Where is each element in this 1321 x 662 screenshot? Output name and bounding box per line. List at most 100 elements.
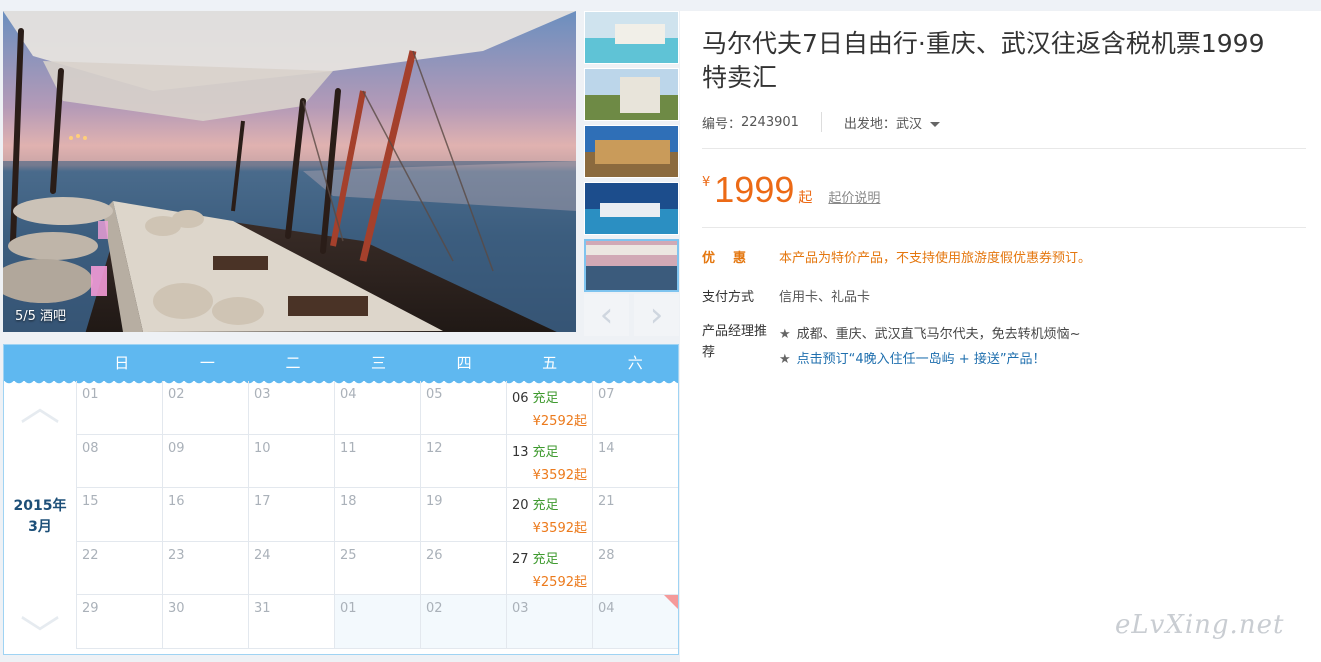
calendar-day: 10 <box>248 434 334 489</box>
thumbnail-3[interactable] <box>584 125 679 178</box>
thumbnail-4[interactable] <box>584 182 679 235</box>
calendar-day: 21 <box>592 488 678 542</box>
calendar-day: 31 <box>248 595 334 649</box>
recommend-item-1: ★ 成都、重庆、武汉直飞马尔代夫，免去转机烦恼~ <box>779 323 1081 342</box>
departure-label: 出发地： <box>843 116 896 132</box>
product-info-panel: 马尔代夫7日自由行·重庆、武汉往返含税机票1999特卖汇 编号： 2243901… <box>680 11 1321 662</box>
next-month-chevron-down-icon[interactable]: ﹀ <box>20 616 60 656</box>
price-currency: ¥ <box>702 175 711 190</box>
day-number: 02 <box>426 601 443 617</box>
weekday-wed: 三 <box>371 354 387 372</box>
thumbnail-2[interactable] <box>584 68 679 121</box>
day-number: 04 <box>598 601 615 617</box>
calendar-day: 04 <box>592 595 678 649</box>
calendar-day: 29 <box>76 595 162 649</box>
weekday-mon: 一 <box>199 354 215 372</box>
day-number: 20 <box>512 498 529 514</box>
thumbnail-1[interactable] <box>584 11 679 64</box>
product-code-label: 编号： <box>702 116 742 132</box>
price-calendar: 日 一 二 三 四 五 六 ︿ 2015年 3月 ﹀ 01 02 03 04 05 06 充… <box>3 344 679 656</box>
divider <box>702 227 1306 228</box>
day-number: 12 <box>426 440 443 456</box>
star-icon: ★ <box>779 327 791 342</box>
day-number: 13 <box>512 444 529 460</box>
day-number: 10 <box>254 440 271 456</box>
thumbnail-strip: ‹ › <box>584 11 679 336</box>
calendar-weekday-header: 日 一 二 三 四 五 六 <box>4 345 678 386</box>
thumbnail-next-button[interactable]: › <box>634 294 679 336</box>
price-note-link[interactable]: 起价说明 <box>828 187 880 206</box>
discount-row: 优惠 本产品为特价产品，不支持使用旅游度假优惠券预订。 <box>702 247 1091 266</box>
day-number: 08 <box>82 440 99 456</box>
calendar-day: 08 <box>76 434 162 489</box>
day-price: ¥3592起 <box>532 521 587 537</box>
day-price: ¥2592起 <box>532 574 587 590</box>
payment-text: 信用卡、礼品卡 <box>779 290 871 305</box>
product-code: 2243901 <box>741 114 799 130</box>
day-number: 18 <box>340 494 357 510</box>
main-photo[interactable]: 5/5 酒吧 <box>3 11 576 332</box>
calendar-day: 07 <box>592 381 678 435</box>
calendar-day: 23 <box>162 541 248 596</box>
payment-row: 支付方式 信用卡、礼品卡 <box>702 286 870 305</box>
day-number: 29 <box>82 601 99 617</box>
calendar-year: 2015年 <box>13 498 67 514</box>
calendar-day: 02 <box>162 381 248 435</box>
day-number: 09 <box>168 440 185 456</box>
day-number: 02 <box>168 387 185 402</box>
calendar-day[interactable]: 06 充足 ¥2592起 <box>506 381 592 435</box>
stock-status: 充足 <box>532 551 559 567</box>
meta-divider <box>820 112 822 132</box>
discount-label: 优惠 <box>702 251 765 266</box>
corner-tag-icon <box>664 595 678 610</box>
calendar-day: 19 <box>420 488 506 542</box>
bar-scene-illustration <box>3 11 576 332</box>
calendar-day: 01 <box>334 595 420 649</box>
photo-caption: 5/5 酒吧 <box>15 309 67 324</box>
calendar-day: 09 <box>162 434 248 489</box>
caret-down-icon <box>929 121 940 127</box>
calendar-day: 30 <box>162 595 248 649</box>
day-number: 14 <box>598 440 615 456</box>
calendar-day: 15 <box>76 488 162 542</box>
weekday-thu: 四 <box>456 354 472 372</box>
day-number: 22 <box>82 547 99 563</box>
divider <box>702 148 1306 149</box>
calendar-day: 14 <box>592 434 678 489</box>
day-number: 15 <box>82 494 99 510</box>
watermark: eLvXing.net <box>1115 610 1285 640</box>
day-number: 03 <box>512 601 529 617</box>
day-number: 25 <box>340 547 357 563</box>
weekday-sun: 日 <box>114 354 130 372</box>
prev-month-chevron-up-icon[interactable]: ︿ <box>20 387 60 427</box>
day-number: 21 <box>598 494 615 510</box>
calendar-day: 26 <box>420 541 506 596</box>
day-price: ¥2592起 <box>532 414 587 429</box>
departure-select[interactable]: 武汉 <box>896 113 940 132</box>
stock-status: 充足 <box>532 498 559 514</box>
product-title: 马尔代夫7日自由行·重庆、武汉往返含税机票1999特卖汇 <box>702 29 1265 92</box>
thumbnail-5-active[interactable] <box>584 239 679 292</box>
product-meta: 编号： 2243901 出发地： 武汉 <box>702 112 940 132</box>
calendar-day: 02 <box>420 595 506 649</box>
price-suffix: 起 <box>798 190 813 206</box>
calendar-day[interactable]: 13 充足 ¥3592起 <box>506 434 592 489</box>
price-value: 1999 <box>714 169 795 210</box>
recommend-link-2[interactable]: 点击预订“4晚入住任一岛屿 + 接送”产品！ <box>797 352 1046 367</box>
calendar-day[interactable]: 20 充足 ¥3592起 <box>506 488 592 542</box>
day-number: 11 <box>340 440 357 456</box>
payment-label: 支付方式 <box>702 290 755 305</box>
thumbnail-prev-button[interactable]: ‹ <box>584 294 629 336</box>
calendar-day: 24 <box>248 541 334 596</box>
calendar-day: 12 <box>420 434 506 489</box>
calendar-month: 3月 <box>28 519 52 535</box>
departure-city: 武汉 <box>895 116 922 132</box>
calendar-month-label: 2015年 3月 <box>4 496 76 538</box>
day-number: 16 <box>168 494 185 510</box>
calendar-day[interactable]: 27 充足 ¥2592起 <box>506 541 592 596</box>
weekday-tue: 二 <box>285 354 301 372</box>
day-number: 17 <box>254 494 271 510</box>
day-number: 28 <box>598 547 615 563</box>
manager-recommend-label: 产品经理推荐 <box>702 324 768 360</box>
weekday-fri: 五 <box>542 354 558 372</box>
